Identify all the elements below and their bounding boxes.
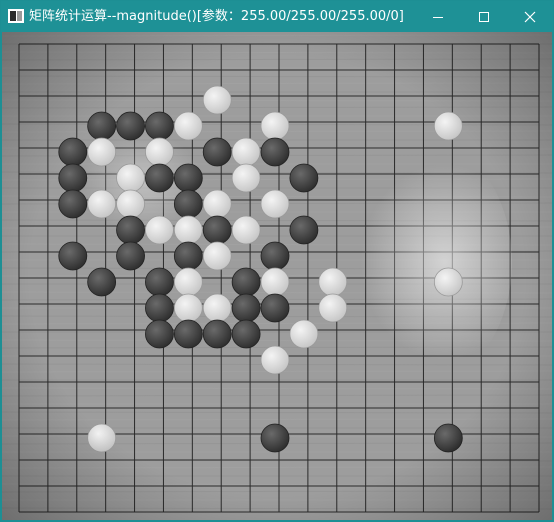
go-board-image [2,32,552,520]
close-icon [524,11,536,23]
vignette [2,32,552,520]
window-title: 矩阵统计运算--magnitude()[参数：255.00/255.00/255… [29,9,404,24]
minimize-icon [432,11,444,23]
app-icon [8,9,24,23]
maximize-icon [478,11,490,23]
maximize-button[interactable] [461,1,507,32]
minimize-button[interactable] [415,1,461,32]
title-bar[interactable]: 矩阵统计运算--magnitude()[参数：255.00/255.00/255… [1,1,553,32]
app-window: 矩阵统计运算--magnitude()[参数：255.00/255.00/255… [0,0,554,522]
image-view [2,32,552,520]
close-button[interactable] [507,1,553,32]
